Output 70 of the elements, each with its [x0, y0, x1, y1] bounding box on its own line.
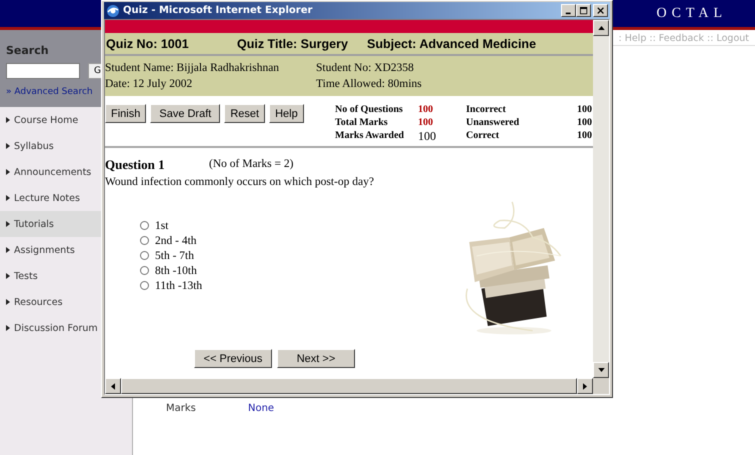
quiz-date: Date: 12 July 2002 — [105, 78, 194, 90]
action-button[interactable]: Save Draft — [150, 104, 220, 123]
option-label[interactable]: 11th -13th — [155, 280, 202, 292]
triangle-icon — [6, 169, 10, 175]
nav-item[interactable]: Assignments — [0, 237, 132, 263]
action-button[interactable]: Finish — [105, 104, 146, 123]
scrollbar-corner — [593, 378, 609, 394]
triangle-icon — [6, 299, 10, 305]
brand-logo: OCTAL — [656, 6, 727, 22]
stat-label: Unanswered — [466, 117, 520, 128]
triangle-icon — [6, 195, 10, 201]
close-button[interactable] — [593, 4, 608, 17]
quiz-number: Quiz No: 1001 — [106, 36, 190, 50]
triangle-icon — [6, 247, 10, 253]
search-field[interactable] — [6, 63, 80, 79]
stat-value: 100 — [418, 117, 434, 128]
close-icon — [596, 6, 604, 14]
question-title: Question 1 — [105, 157, 166, 173]
triangle-icon — [6, 143, 10, 149]
nav-item[interactable]: Resources — [0, 289, 132, 315]
student-number: Student No: XD2358 — [316, 62, 415, 74]
radio-button[interactable] — [140, 281, 149, 290]
action-button[interactable]: Reset — [224, 104, 266, 123]
nav-item[interactable]: Lecture Notes — [0, 185, 132, 211]
option-label[interactable]: 5th - 7th — [155, 250, 194, 262]
quiz-subject: Subject: Advanced Medicine — [367, 36, 536, 50]
radio-button[interactable] — [140, 251, 149, 260]
maximize-button[interactable] — [576, 4, 591, 17]
window-title: Quiz - Microsoft Internet Explorer — [123, 5, 314, 16]
minimize-button[interactable] — [561, 4, 576, 17]
radio-button[interactable] — [140, 236, 149, 245]
arrow-down-icon — [598, 368, 604, 372]
nav-item[interactable]: Tests — [0, 263, 132, 289]
arrow-left-icon — [111, 382, 115, 390]
question-marks: (No of Marks = 2) — [209, 157, 294, 172]
student-name: Student Name: Bijjala Radhakrishnan — [105, 62, 280, 74]
quiz-title: Quiz Title: Surgery — [237, 36, 349, 50]
stat-label: Marks Awarded — [335, 130, 405, 142]
detail-value: None — [248, 403, 274, 414]
nav-button[interactable]: << Previous — [194, 349, 272, 368]
stat-value: 100 — [418, 130, 437, 142]
radio-button[interactable] — [140, 221, 149, 230]
action-button[interactable]: Help — [269, 104, 304, 123]
vertical-scrollbar[interactable] — [593, 20, 609, 378]
stat-label: Correct — [466, 130, 500, 142]
arrow-right-icon — [583, 382, 587, 390]
triangle-icon — [6, 117, 10, 123]
triangle-icon — [6, 273, 10, 279]
option-label[interactable]: 2nd - 4th — [155, 234, 197, 246]
question-text: Wound infection commonly occurs on which post-op day? — [105, 176, 375, 188]
horizontal-scrollbar[interactable] — [105, 378, 609, 394]
stat-label: Incorrect — [466, 104, 507, 115]
stat-label: No of Questions — [335, 104, 404, 115]
stat-value: 100 — [576, 117, 592, 128]
arrow-up-icon — [598, 26, 604, 30]
triangle-icon — [6, 221, 10, 227]
stat-value: 100 — [576, 130, 592, 142]
stat-value: 100 — [418, 104, 434, 115]
nav-item[interactable]: Discussion Forum — [0, 315, 132, 341]
option-label[interactable]: 1st — [155, 220, 168, 232]
stat-value: 100 — [576, 104, 592, 115]
nav-item[interactable]: Syllabus — [0, 133, 132, 159]
stat-label: Total Marks — [335, 117, 389, 128]
time-allowed: Time Allowed: 80mins — [316, 78, 423, 90]
maximize-icon — [580, 6, 588, 14]
option-label[interactable]: 8th -10th — [155, 264, 197, 276]
detail-label: Marks — [166, 403, 197, 414]
radio-button[interactable] — [140, 266, 149, 275]
nav-button[interactable]: Next >> — [277, 349, 355, 368]
triangle-icon — [6, 325, 10, 331]
